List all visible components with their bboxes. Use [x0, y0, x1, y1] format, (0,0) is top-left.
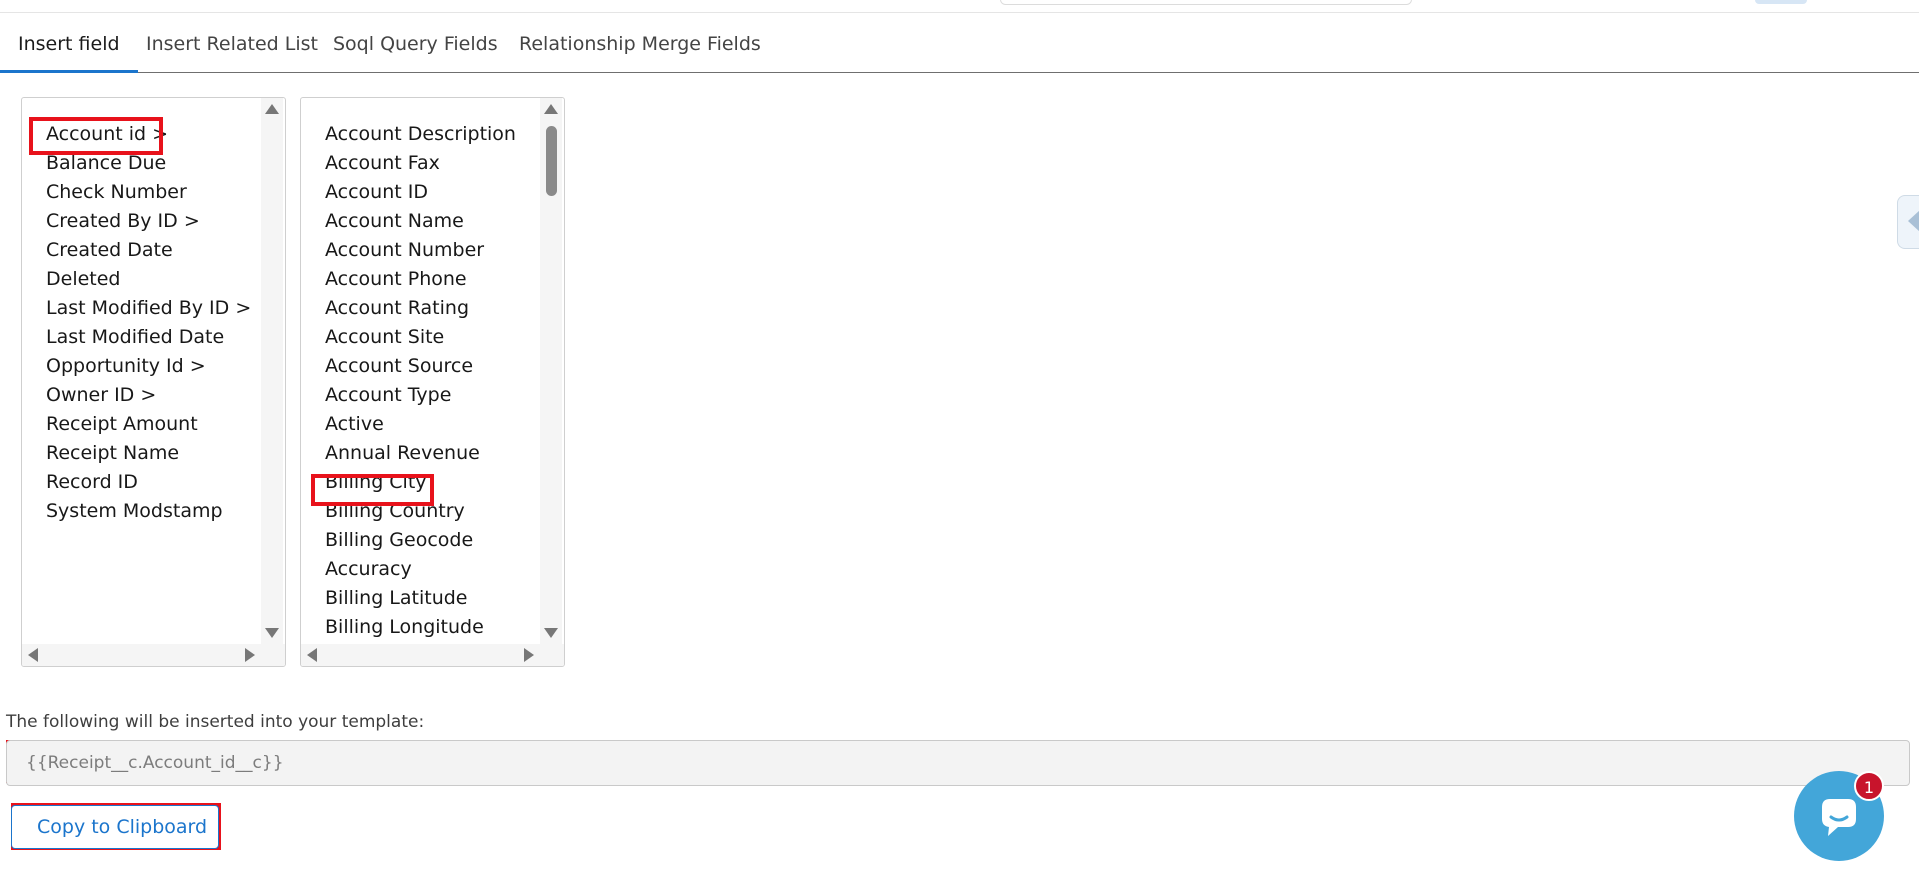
tab-insert-field[interactable]: Insert field [0, 14, 137, 73]
list-item[interactable]: Account Fax [325, 149, 440, 178]
list-item[interactable]: Annual Revenue [325, 439, 480, 468]
horizontal-scrollbar[interactable] [22, 644, 285, 666]
list-item[interactable]: Record ID [46, 468, 138, 497]
list-item[interactable]: Account Site [325, 323, 444, 352]
horizontal-scrollbar[interactable] [301, 644, 564, 666]
chevron-left-icon [1908, 210, 1919, 232]
vertical-scrollbar[interactable] [261, 98, 283, 644]
list-item[interactable]: Receipt Name [46, 439, 179, 468]
list-item[interactable]: Account ID [325, 178, 428, 207]
list-item[interactable]: Created Date [46, 236, 173, 265]
insert-preview-value: {{Receipt__c.Account_id__c}} [26, 753, 284, 773]
list-item[interactable]: Account Number [325, 236, 484, 265]
scroll-up-icon[interactable] [265, 104, 279, 114]
scroll-up-icon[interactable] [544, 104, 558, 114]
list-item[interactable]: Last Modified By ID > [46, 294, 251, 323]
list-item[interactable]: Owner ID > [46, 381, 156, 410]
list-item[interactable]: Billing City [325, 468, 427, 497]
list-item[interactable]: Active [325, 410, 384, 439]
list-item[interactable]: Billing Country [325, 497, 465, 526]
copy-to-clipboard-button[interactable]: Copy to Clipboard [11, 805, 219, 849]
list-item[interactable]: Last Modified Date [46, 323, 224, 352]
list-item[interactable]: Account Phone [325, 265, 467, 294]
tab-relationship-merge-fields[interactable]: Relationship Merge Fields [517, 14, 763, 72]
list-item[interactable]: Account Rating [325, 294, 469, 323]
copy-button-label: Copy to Clipboard [37, 816, 208, 838]
tab-insert-related-list[interactable]: Insert Related List [144, 14, 320, 72]
related-fields-listbox[interactable]: Account Description Account Fax Account … [300, 97, 565, 667]
list-item[interactable]: Billing Geocode [325, 526, 473, 555]
list-item[interactable]: Account id > [46, 120, 168, 149]
scroll-left-icon[interactable] [28, 648, 38, 662]
list-item[interactable]: Account Name [325, 207, 464, 236]
insert-preview-label: The following will be inserted into your… [6, 712, 425, 732]
list-item[interactable]: Deleted [46, 265, 121, 294]
scroll-right-icon[interactable] [524, 648, 534, 662]
scroll-down-icon[interactable] [265, 628, 279, 638]
list-item[interactable]: Account Type [325, 381, 451, 410]
header-action-button[interactable] [1755, 0, 1807, 4]
scroll-down-icon[interactable] [544, 628, 558, 638]
header-search-input[interactable] [1000, 0, 1412, 5]
tab-bar: Insert field Insert Related List Soql Qu… [0, 14, 1919, 73]
notification-badge: 1 [1854, 771, 1884, 801]
list-item[interactable]: Created By ID > [46, 207, 200, 236]
list-item[interactable]: Accuracy [325, 555, 412, 584]
list-item[interactable]: System Modstamp [46, 497, 223, 526]
list-item[interactable]: Account Description [325, 120, 516, 149]
list-item[interactable]: Receipt Amount [46, 410, 198, 439]
scroll-left-icon[interactable] [307, 648, 317, 662]
list-item[interactable]: Billing Latitude [325, 584, 468, 613]
scroll-right-icon[interactable] [245, 648, 255, 662]
list-item[interactable]: Balance Due [46, 149, 166, 178]
list-item[interactable]: Opportunity Id > [46, 352, 206, 381]
list-item[interactable]: Billing Longitude [325, 613, 484, 642]
tab-soql-query-fields[interactable]: Soql Query Fields [331, 14, 500, 72]
scrollbar-thumb[interactable] [546, 126, 557, 196]
insert-preview-field[interactable]: {{Receipt__c.Account_id__c}} [6, 740, 1910, 786]
list-item[interactable]: Account Source [325, 352, 473, 381]
list-item[interactable]: Check Number [46, 178, 187, 207]
top-header-strip [0, 0, 1919, 13]
vertical-scrollbar[interactable] [540, 98, 562, 644]
fields-listbox[interactable]: Account id > Balance Due Check Number Cr… [21, 97, 286, 667]
side-panel-toggle[interactable] [1897, 195, 1919, 249]
